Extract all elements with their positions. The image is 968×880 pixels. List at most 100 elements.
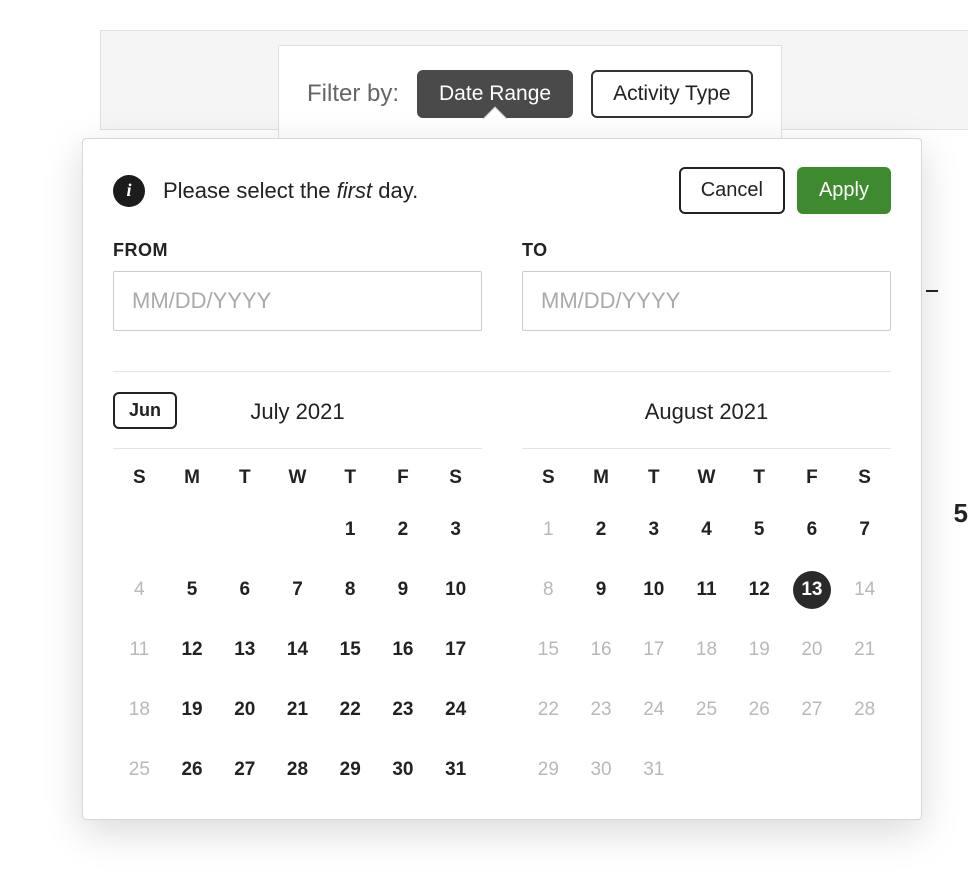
side-tick [926, 290, 938, 292]
calendar-day: 30 [582, 751, 620, 789]
calendar-day[interactable]: 16 [384, 631, 422, 669]
calendar-day[interactable]: 12 [173, 631, 211, 669]
calendar-right: August 2021 SMTWTFS123456789101112131415… [522, 390, 891, 789]
calendar-left-divider [113, 448, 482, 449]
calendar-day[interactable]: 13 [226, 631, 264, 669]
calendar-day: 29 [529, 751, 567, 789]
calendar-left-title: July 2021 [250, 399, 344, 425]
calendar-day[interactable]: 14 [278, 631, 316, 669]
calendar-day [120, 511, 158, 549]
calendar-day[interactable]: 10 [635, 571, 673, 609]
calendar-day[interactable]: 3 [437, 511, 475, 549]
calendar-day[interactable]: 19 [173, 691, 211, 729]
day-of-week-header: T [627, 467, 680, 489]
calendar-day[interactable]: 21 [278, 691, 316, 729]
day-of-week-header: W [680, 467, 733, 489]
day-of-week-header: S [113, 467, 166, 489]
filter-by-label: Filter by: [307, 80, 399, 108]
info-icon: i [113, 175, 145, 207]
calendar-day[interactable]: 5 [740, 511, 778, 549]
calendar-day[interactable]: 8 [331, 571, 369, 609]
to-label: TO [522, 240, 891, 261]
popover-message-text: Please select the first day. [163, 178, 418, 204]
calendar-day[interactable]: 7 [278, 571, 316, 609]
cancel-button[interactable]: Cancel [679, 167, 785, 214]
calendar-day[interactable]: 13 [793, 571, 831, 609]
date-inputs-row: FROM TO [113, 240, 891, 331]
day-of-week-header: W [271, 467, 324, 489]
calendar-day [278, 511, 316, 549]
day-of-week-header: M [166, 467, 219, 489]
calendar-day[interactable]: 9 [384, 571, 422, 609]
calendar-day[interactable]: 2 [582, 511, 620, 549]
msg-prefix: Please select the [163, 178, 337, 203]
filter-activity-type-button[interactable]: Activity Type [591, 70, 753, 118]
day-of-week-header: S [522, 467, 575, 489]
calendar-day[interactable]: 23 [384, 691, 422, 729]
calendar-day[interactable]: 1 [331, 511, 369, 549]
calendar-day[interactable]: 10 [437, 571, 475, 609]
calendar-day: 16 [582, 631, 620, 669]
calendar-day[interactable]: 20 [226, 691, 264, 729]
date-range-popover: i Please select the first day. Cancel Ap… [82, 138, 922, 820]
calendar-day: 11 [120, 631, 158, 669]
calendar-day[interactable]: 26 [173, 751, 211, 789]
calendar-day: 20 [793, 631, 831, 669]
day-of-week-header: T [324, 467, 377, 489]
calendar-day: 23 [582, 691, 620, 729]
calendar-day[interactable]: 6 [793, 511, 831, 549]
popover-message: i Please select the first day. [113, 175, 418, 207]
day-of-week-header: M [575, 467, 628, 489]
filter-date-range-button[interactable]: Date Range [417, 70, 573, 118]
calendar-left-header: Jun July 2021 [113, 390, 482, 434]
calendar-day[interactable]: 4 [687, 511, 725, 549]
calendar-day: 15 [529, 631, 567, 669]
calendar-day[interactable]: 11 [687, 571, 725, 609]
calendar-day[interactable]: 17 [437, 631, 475, 669]
side-partial-text: 5 [954, 498, 968, 529]
calendar-left-grid: SMTWTFS123456789101112131415161718192021… [113, 467, 482, 789]
calendar-right-grid: SMTWTFS123456789101112131415161718192021… [522, 467, 891, 789]
filter-bar: Filter by: Date Range Activity Type [278, 45, 782, 142]
calendar-day[interactable]: 30 [384, 751, 422, 789]
calendar-day: 25 [687, 691, 725, 729]
calendar-day: 21 [846, 631, 884, 669]
day-of-week-header: F [377, 467, 430, 489]
divider [113, 371, 891, 372]
calendar-day [226, 511, 264, 549]
popover-header: i Please select the first day. Cancel Ap… [113, 167, 891, 214]
calendar-day[interactable]: 31 [437, 751, 475, 789]
day-of-week-header: S [429, 467, 482, 489]
calendar-day[interactable]: 9 [582, 571, 620, 609]
calendar-day[interactable]: 28 [278, 751, 316, 789]
calendar-day: 18 [687, 631, 725, 669]
calendar-day[interactable]: 24 [437, 691, 475, 729]
calendar-day[interactable]: 27 [226, 751, 264, 789]
calendar-day[interactable]: 22 [331, 691, 369, 729]
msg-emphasis: first [337, 178, 372, 203]
calendar-day[interactable]: 6 [226, 571, 264, 609]
calendar-day[interactable]: 5 [173, 571, 211, 609]
prev-month-button[interactable]: Jun [113, 392, 177, 429]
calendar-day[interactable]: 15 [331, 631, 369, 669]
to-input[interactable] [522, 271, 891, 331]
calendar-day: 24 [635, 691, 673, 729]
day-of-week-header: S [838, 467, 891, 489]
apply-button[interactable]: Apply [797, 167, 891, 214]
calendar-day: 27 [793, 691, 831, 729]
calendar-day: 14 [846, 571, 884, 609]
day-of-week-header: F [786, 467, 839, 489]
calendar-day: 1 [529, 511, 567, 549]
calendar-day: 26 [740, 691, 778, 729]
calendar-day: 19 [740, 631, 778, 669]
from-input[interactable] [113, 271, 482, 331]
calendar-day[interactable]: 7 [846, 511, 884, 549]
calendar-day[interactable]: 3 [635, 511, 673, 549]
calendar-day: 8 [529, 571, 567, 609]
calendar-day[interactable]: 12 [740, 571, 778, 609]
from-field: FROM [113, 240, 482, 331]
calendar-day[interactable]: 29 [331, 751, 369, 789]
calendar-day[interactable]: 2 [384, 511, 422, 549]
calendar-day: 22 [529, 691, 567, 729]
calendar-day: 28 [846, 691, 884, 729]
